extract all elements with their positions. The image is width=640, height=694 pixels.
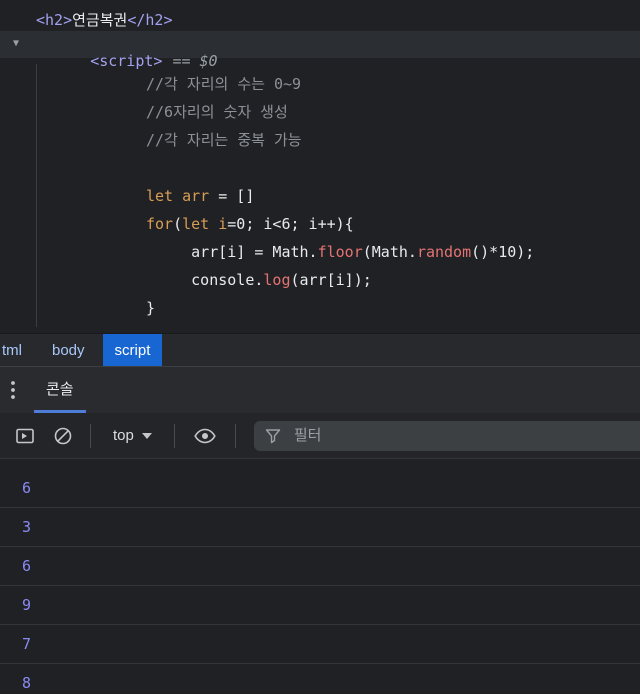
clear-console-button[interactable] <box>46 419 80 453</box>
console-message-row[interactable]: 3 <box>0 508 640 547</box>
context-selector-label: top <box>113 427 134 444</box>
console-logged-value: 6 <box>22 479 32 497</box>
tab-console-label: 콘솔 <box>46 381 74 398</box>
console-drawer-header: 콘솔 <box>0 366 640 413</box>
console-logged-value: 6 <box>22 557 32 575</box>
source-line: //각 자리의 수는 0~9 <box>146 70 640 98</box>
source-line: for(let i=0; i<6; i++){ <box>146 210 640 238</box>
source-line: console.log(arr[i]); <box>146 266 640 294</box>
toolbar-separator <box>234 423 236 448</box>
code-token-plain: =0; i<6; i++){ <box>227 215 354 233</box>
breadcrumb: tml body script <box>0 333 640 366</box>
source-line: let arr = [] <box>146 182 640 210</box>
console-filter-box[interactable] <box>253 420 640 451</box>
code-token-plain: = [] <box>209 187 255 205</box>
chevron-down-icon <box>141 432 152 439</box>
console-toolbar: top <box>0 413 640 459</box>
h2-open-tag: <h2> <box>36 11 73 29</box>
breadcrumb-item-html[interactable]: tml <box>0 334 34 366</box>
tab-console[interactable]: 콘솔 <box>34 367 86 413</box>
script-open-tag: <script> <box>90 52 163 70</box>
console-filter-input[interactable] <box>291 426 634 445</box>
devtools-window: <h2>연금복권</h2> ▼ <script> == $0 //각 자리의 수는 … <box>0 0 640 694</box>
indent-guide <box>36 64 37 327</box>
h2-close-tag: </h2> <box>127 11 173 29</box>
breadcrumb-item-script[interactable]: script <box>102 334 163 366</box>
console-message-row[interactable]: 9 <box>0 586 640 625</box>
code-token-comment: //각 자리의 수는 0~9 <box>146 75 302 93</box>
console-logged-value: 9 <box>22 596 32 614</box>
h2-text: 연금복권 <box>72 11 128 29</box>
code-token-plain: (arr[i]); <box>290 271 372 289</box>
console-message-row[interactable]: 8 <box>0 664 640 694</box>
console-message-row[interactable]: 6 <box>0 547 640 586</box>
code-token-def: i <box>218 215 228 233</box>
code-token-plain: arr[i] = Math. <box>146 243 318 261</box>
code-token-keyword: let <box>182 215 210 233</box>
console-message-row[interactable]: 7 <box>0 625 640 664</box>
source-line: //각 자리는 중복 가능 <box>146 126 640 154</box>
eye-icon <box>193 424 217 448</box>
elements-panel: <h2>연금복권</h2> ▼ <script> == $0 //각 자리의 수는 … <box>0 0 640 333</box>
selected-node-marker: == $0 <box>172 52 218 70</box>
code-token-def: arr <box>182 187 210 205</box>
console-logged-value: 8 <box>22 674 32 692</box>
elements-node-h2[interactable]: <h2>연금복권</h2> <box>0 0 640 31</box>
code-token-plain: } <box>146 299 156 317</box>
source-line: arr[i] = Math.floor(Math.random()*10); <box>146 238 640 266</box>
more-options-icon[interactable] <box>0 367 26 413</box>
code-token-plain: console. <box>146 271 264 289</box>
show-console-sidebar-button[interactable] <box>8 419 42 453</box>
code-token-plain: ()*10); <box>471 243 535 261</box>
filter-icon <box>264 427 282 445</box>
code-token-comment: //6자리의 숫자 생성 <box>146 103 288 121</box>
code-token-property: random <box>416 243 472 261</box>
clear-console-icon <box>52 425 74 447</box>
javascript-context-selector[interactable]: top <box>101 427 164 444</box>
toolbar-separator <box>90 423 91 448</box>
console-logged-value: 7 <box>22 635 32 653</box>
console-logged-value: 3 <box>22 518 32 536</box>
console-output: 6 3 6 9 7 8 <box>0 459 640 694</box>
code-token-comment: //각 자리는 중복 가능 <box>146 131 302 149</box>
create-live-expression-button[interactable] <box>185 419 225 453</box>
console-sidebar-icon <box>14 425 36 447</box>
toolbar-separator <box>173 423 175 448</box>
code-token-property: floor <box>317 243 363 261</box>
expand-arrow-icon[interactable]: ▼ <box>13 38 19 49</box>
source-line <box>146 154 640 182</box>
code-token-keyword: let <box>146 187 174 205</box>
console-message-row[interactable]: 6 <box>0 469 640 508</box>
elements-node-script[interactable]: ▼ <script> == $0 <box>0 31 640 70</box>
code-token-plain: (Math. <box>362 243 417 261</box>
source-line: //6자리의 숫자 생성 <box>146 98 640 126</box>
code-token-property: log <box>263 271 291 289</box>
breadcrumb-item-body[interactable]: body <box>40 334 97 366</box>
code-token-plain: ( <box>173 215 183 233</box>
source-line: } <box>146 294 640 322</box>
script-source-code: //각 자리의 수는 0~9 //6자리의 숫자 생성 //각 자리는 중복 가능 l… <box>0 58 640 322</box>
code-token-keyword: for <box>146 215 174 233</box>
